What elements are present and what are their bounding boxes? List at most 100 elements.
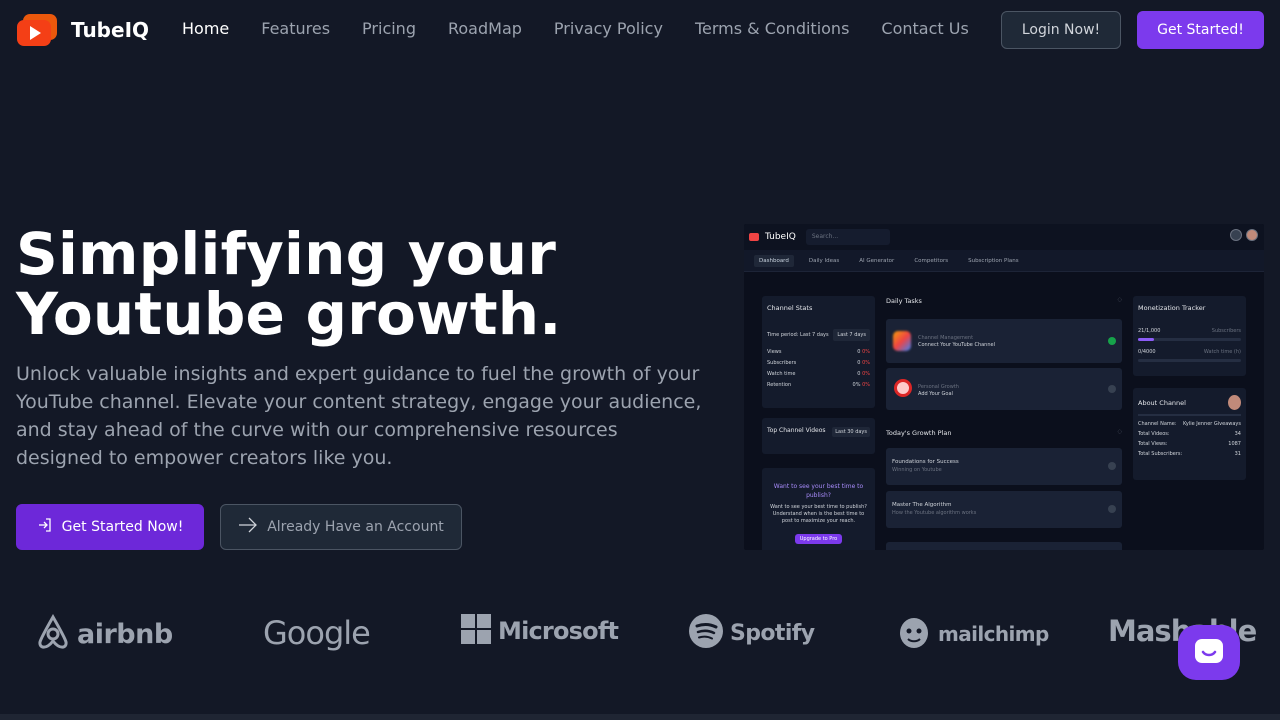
- growth-plan-arrow-icon: [1108, 462, 1116, 470]
- monetization-subs-bar: [1138, 338, 1241, 341]
- preview-bell-icon: [1230, 229, 1242, 241]
- preview-topbar: TubeIQ Search...: [744, 224, 1264, 250]
- daily-task-item: Channel Management Connect Your YouTube …: [886, 319, 1122, 363]
- get-started-button[interactable]: Get Started!: [1137, 11, 1264, 49]
- microsoft-icon: [461, 614, 491, 648]
- about-row: Total Subscribers: 31: [1138, 451, 1241, 457]
- partner-logos: airbnb Google Microsoft Spotify mailchim…: [0, 604, 1280, 660]
- chat-icon: [1194, 638, 1224, 668]
- daily-tasks-title: Daily Tasks: [886, 297, 922, 305]
- task-blurred-icon: [893, 331, 911, 351]
- task-target-icon: [894, 379, 912, 397]
- preview-tab-dashboard: Dashboard: [754, 254, 794, 267]
- monetization-subs-label: Subscribers: [1211, 328, 1241, 334]
- growth-plan-item: [886, 542, 1122, 550]
- login-arrow-icon: [37, 517, 53, 537]
- microsoft-logo: Microsoft: [461, 614, 619, 648]
- preview-tab-competitors: Competitors: [914, 257, 949, 264]
- preview-brand: TubeIQ: [765, 232, 796, 242]
- best-time-upgrade-button: Upgrade to Pro: [794, 534, 843, 544]
- growth-plan-item-desc: Winning on Youtube: [892, 467, 942, 473]
- get-started-now-label: Get Started Now!: [61, 519, 184, 535]
- hero-title-line1: Simplifying your: [16, 220, 557, 288]
- airbnb-logo: airbnb: [36, 613, 173, 654]
- already-have-account-label: Already Have an Account: [267, 519, 444, 535]
- get-started-now-button[interactable]: Get Started Now!: [16, 504, 204, 550]
- channel-stats-period-label: Time period: Last 7 days: [767, 332, 829, 338]
- best-time-title: Want to see your best time to publish?: [773, 483, 864, 499]
- channel-stats-period-select: Last 7 days: [833, 329, 870, 341]
- already-have-account-button[interactable]: Already Have an Account: [220, 504, 462, 550]
- task-arrow-icon: [1108, 385, 1116, 393]
- top-nav: TubeIQ Home Features Pricing RoadMap Pri…: [0, 0, 1280, 60]
- nav-links: Home Features Pricing RoadMap Privacy Po…: [182, 19, 969, 38]
- mailchimp-icon: [897, 614, 931, 654]
- hero-title-line2: Youtube growth.: [16, 280, 562, 348]
- preview-tab-daily-ideas: Daily Ideas: [808, 257, 840, 264]
- preview-logo-icon: [749, 233, 759, 241]
- growth-plan-item: Master The Algorithm How the Youtube alg…: [886, 491, 1122, 528]
- spotify-icon: [689, 614, 723, 652]
- nav-link-terms[interactable]: Terms & Conditions: [695, 19, 849, 38]
- growth-plan-item: Foundations for Success Winning on Youtu…: [886, 448, 1122, 485]
- arrow-right-icon: [238, 517, 258, 537]
- growth-plan-arrow-icon: [1108, 505, 1116, 513]
- channel-avatar: [1228, 395, 1241, 410]
- growth-plan-toggle-icon: ◌: [1117, 429, 1122, 435]
- chat-launcher-button[interactable]: [1178, 625, 1240, 680]
- growth-plan-item-name: Master The Algorithm: [892, 502, 952, 508]
- nav-link-privacy-policy[interactable]: Privacy Policy: [554, 19, 663, 38]
- about-row: Total Videos: 34: [1138, 431, 1241, 437]
- microsoft-wordmark: Microsoft: [498, 617, 619, 645]
- stat-row: Watch time 0 0%: [767, 371, 870, 377]
- nav-link-features[interactable]: Features: [261, 19, 330, 38]
- preview-tab-subscription-plans: Subscription Plans: [968, 257, 1019, 264]
- nav-link-home[interactable]: Home: [182, 19, 229, 38]
- stat-row: Views 0 0%: [767, 349, 870, 355]
- about-channel-title: About Channel: [1138, 398, 1186, 407]
- monetization-title: Monetization Tracker: [1138, 304, 1206, 312]
- spotify-wordmark: Spotify: [730, 620, 815, 646]
- monetization-watch-goal: /4000: [1141, 349, 1156, 355]
- top-videos-title: Top Channel Videos: [767, 427, 826, 434]
- task-name: Connect Your YouTube Channel: [918, 342, 995, 348]
- dashboard-preview: TubeIQ Search... Dashboard Daily Ideas A…: [744, 224, 1264, 550]
- preview-about-channel-card: About Channel Channel Name: Kylie Jenner …: [1133, 388, 1246, 480]
- preview-avatar: [1246, 229, 1258, 241]
- nav-link-contact[interactable]: Contact Us: [881, 19, 968, 38]
- brand-name: TubeIQ: [71, 18, 150, 42]
- growth-plan-item-name: Foundations for Success: [892, 459, 959, 465]
- nav-link-pricing[interactable]: Pricing: [362, 19, 416, 38]
- task-category: Personal Growth: [918, 384, 959, 390]
- task-category: Channel Management: [918, 335, 974, 341]
- preview-search-input: Search...: [805, 229, 890, 245]
- brand[interactable]: TubeIQ: [17, 14, 149, 46]
- preview-monetization-card: Monetization Tracker 21/1,000 Subscriber…: [1133, 296, 1246, 376]
- bottom-divider: [0, 714, 1280, 720]
- top-videos-period: Last 30 days: [832, 427, 870, 437]
- nav-link-roadmap[interactable]: RoadMap: [448, 19, 522, 38]
- task-done-check-icon: [1108, 337, 1116, 345]
- airbnb-icon: [36, 613, 70, 654]
- preview-top-videos-card: Top Channel Videos Last 30 days: [762, 418, 875, 454]
- growth-plan-item-desc: How the Youtube algorithm works: [892, 510, 977, 516]
- task-name: Add Your Goal: [918, 391, 953, 397]
- preview-daily-tasks: Daily Tasks ◌: [886, 297, 1122, 305]
- login-button[interactable]: Login Now!: [1001, 11, 1121, 49]
- preview-growth-plan: Today's Growth Plan ◌: [886, 429, 1122, 437]
- stat-row: Retention 0% 0%: [767, 382, 870, 388]
- about-row: Total Views: 1087: [1138, 441, 1241, 447]
- channel-stats-title: Channel Stats: [767, 304, 813, 312]
- preview-best-time-card: Want to see your best time to publish? W…: [762, 468, 875, 550]
- best-time-body: Want to see your best time to publish? U…: [770, 504, 867, 524]
- daily-tasks-toggle-icon: ◌: [1117, 297, 1122, 303]
- monetization-watch-label: Watch time (h): [1203, 349, 1241, 355]
- google-wordmark: Google: [263, 614, 371, 652]
- hero-subtitle: Unlock valuable insights and expert guid…: [16, 363, 702, 469]
- airbnb-wordmark: airbnb: [77, 618, 173, 650]
- stat-row: Subscribers 0 0%: [767, 360, 870, 366]
- monetization-watch-bar: [1138, 359, 1241, 362]
- daily-task-item: Personal Growth Add Your Goal: [886, 368, 1122, 410]
- hero-title: Simplifying your Youtube growth.: [16, 224, 716, 344]
- mailchimp-wordmark: mailchimp: [938, 622, 1049, 646]
